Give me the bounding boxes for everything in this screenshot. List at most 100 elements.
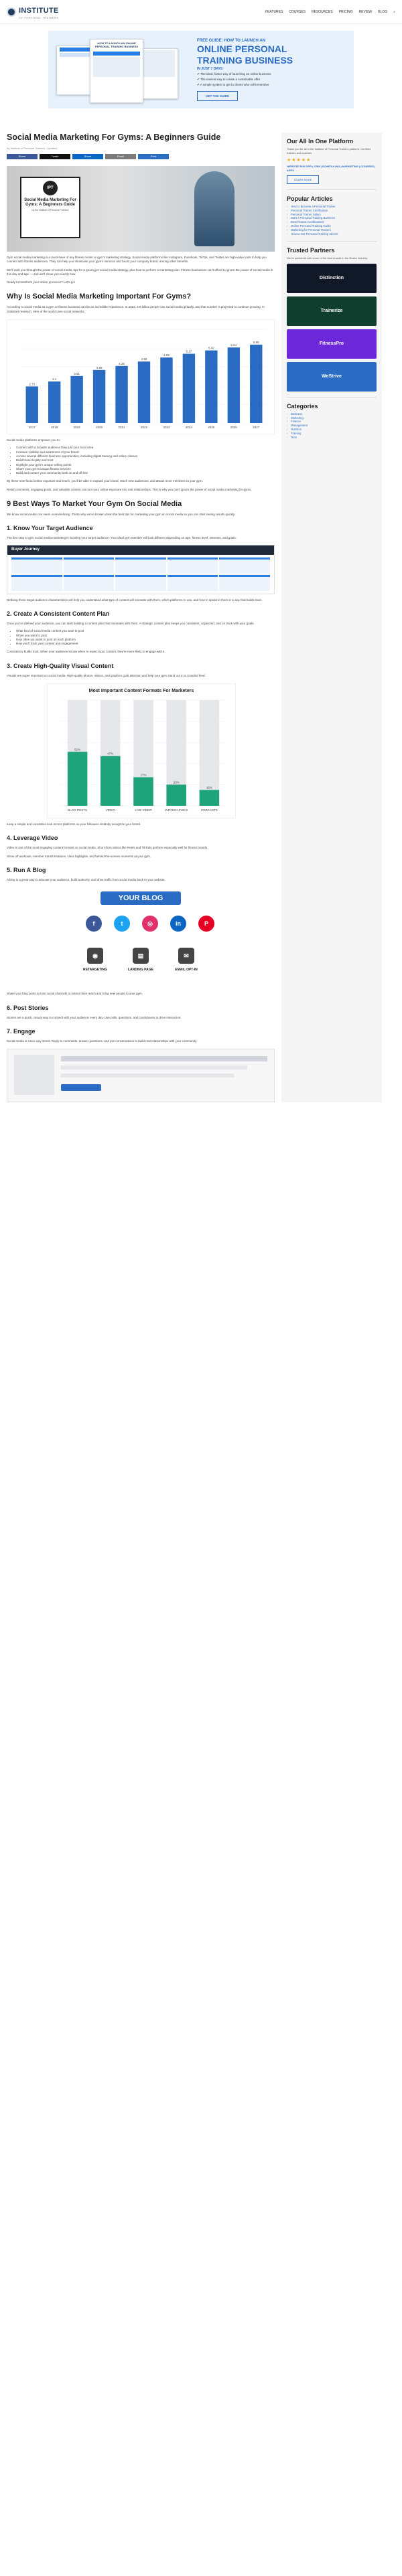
bar (166, 784, 186, 806)
landing-page-icon: ▤ (133, 948, 149, 964)
category-link[interactable]: Tech (287, 436, 377, 440)
promo-kicker: FREE GUIDE: HOW TO LAUNCH AN (197, 39, 265, 43)
get-guide-button[interactable]: GET THE GUIDE (197, 91, 239, 101)
post-image (14, 1055, 54, 1096)
paragraph: By these new-found online exposure and r… (7, 479, 203, 483)
blog-diagram: YOUR BLOG f t ◎ in P ◉ ▤ ✉ RETARGETING L… (7, 887, 275, 989)
buyer-journey-title: Buyer Journey (7, 545, 274, 555)
partners-desc: We've partnered with some of the best br… (287, 256, 368, 260)
facebook-share-button[interactable]: Share (7, 154, 38, 159)
hero-card: IPT Social Media Marketing For Gyms: A B… (20, 177, 80, 238)
promo-headline-1: ONLINE PERSONAL (197, 44, 287, 54)
hero-card-sub: by the Institute of Personal Trainers (31, 209, 69, 211)
tick-label: 2017 (29, 426, 36, 429)
bar (137, 361, 151, 424)
tick-label: 2023 (163, 426, 170, 429)
article-meta: By Institute of Personal Trainers · Upda… (7, 147, 58, 150)
email-share-button[interactable]: Email (105, 154, 136, 159)
tick-label: PODCASTS (201, 808, 218, 812)
tick-label: 2026 (230, 426, 238, 429)
engagement-screenshot (7, 1049, 275, 1103)
bar (182, 353, 196, 424)
tick-label: INFOGRAPHICS (165, 808, 188, 812)
intro-paragraph: Ready to transform your online presence?… (7, 280, 75, 284)
subsection-heading: 3. Create High-Quality Visual Content (7, 662, 114, 669)
data-label: 5.17 (186, 350, 192, 353)
tick-label: 2018 (51, 426, 58, 429)
tick-label: 2021 (119, 426, 126, 429)
popular-article-link[interactable]: How to Get Personal Training Clients (287, 232, 377, 236)
data-label: 4.26 (119, 362, 125, 365)
paragraph: Video is one of the most engaging conten… (7, 846, 208, 850)
linkedin-icon: in (170, 916, 186, 932)
partner-card[interactable]: Distinction (287, 263, 377, 293)
bar (115, 365, 128, 424)
section-heading: 9 Best Ways To Market Your Gym On Social… (7, 500, 182, 509)
data-label: 20% (174, 780, 180, 784)
chart-title: Most Important Content Formats For Marke… (89, 689, 194, 693)
site-logo[interactable]: INSTITUTE OF PERSONAL TRAINERS (7, 4, 59, 19)
data-label: 4.59 (141, 357, 147, 361)
paragraph: Defining these target audience character… (7, 598, 262, 602)
tick-label: 2024 (186, 426, 193, 429)
linkedin-share-button[interactable]: Share (72, 154, 103, 159)
tick-label: 2022 (141, 426, 148, 429)
article: Social Media Marketing For Gyms: A Begin… (7, 133, 275, 1103)
twitter-icon: t (114, 916, 130, 932)
bar (100, 756, 121, 806)
data-label: 5.42 (208, 347, 214, 350)
hero-image: IPT Social Media Marketing For Gyms: A B… (7, 166, 275, 252)
bar (48, 381, 61, 424)
partner-card[interactable]: WeStrive (287, 361, 377, 392)
email-icon: ✉ (178, 948, 194, 964)
search-icon[interactable]: ⌕ (393, 10, 395, 14)
twitter-share-button[interactable]: Tweet (40, 154, 70, 159)
platform-title: Our All In One Platform (287, 138, 354, 145)
data-label: 3.51 (74, 372, 80, 375)
content-formats-chart: Most Important Content Formats For Marke… (47, 683, 236, 819)
data-label: 27% (140, 773, 146, 776)
print-share-button[interactable]: Print (138, 154, 169, 159)
buyer-journey-image: Buyer Journey (7, 544, 275, 594)
categories-list: Business Marketing Finance Management Nu… (287, 412, 377, 440)
paragraph: A blog is a great way to educate your au… (7, 877, 165, 881)
nav-pricing[interactable]: PRICING (339, 10, 353, 14)
intro-paragraph: Gym social media marketing is a must-hav… (7, 256, 267, 264)
paragraph: According to social media as a gym or fi… (7, 305, 265, 313)
book-image (56, 46, 94, 95)
partner-card[interactable]: FitnessPro (287, 329, 377, 359)
data-label: 3.96 (96, 366, 103, 369)
tick-label: LIVE VIDEO (135, 808, 152, 812)
nav-review[interactable]: REVIEW (359, 10, 373, 14)
nav-features[interactable]: FEATURES (265, 10, 283, 14)
popular-articles-list: How to Become a Personal Trainer Persona… (287, 205, 377, 236)
partner-card[interactable]: Trainerize (287, 296, 377, 326)
site-header: INSTITUTE OF PERSONAL TRAINERS FEATURES … (0, 0, 402, 24)
section-heading: Why Is Social Media Marketing Important … (7, 292, 192, 301)
bar (227, 347, 241, 424)
categories-title: Categories (287, 402, 318, 410)
subsection-heading: 4. Leverage Video (7, 835, 58, 842)
nav-resources[interactable]: RESOURCES (312, 10, 333, 14)
list-item: Build and nurture your community both on… (16, 471, 275, 475)
intro-paragraph: We'll walk you through the power of soci… (7, 268, 273, 276)
promo-sub: IN JUST 7 DAYS (197, 67, 223, 71)
book-title: HOW TO LAUNCH AN ONLINE PERSONAL TRAININ… (94, 41, 139, 48)
nav-blog[interactable]: BLOG (378, 10, 387, 14)
paragraph: The first step to gym social media marke… (7, 536, 237, 540)
logo-subtitle: OF PERSONAL TRAINERS (19, 16, 59, 19)
retargeting-label: RETARGETING (82, 968, 108, 972)
paragraph: We know social media can seem overwhelmi… (7, 513, 236, 517)
tick-label: BLOG POSTS (68, 808, 87, 812)
logo-title: INSTITUTE (19, 7, 59, 15)
data-label: 4.89 (163, 353, 170, 357)
subsection-heading: 6. Post Stories (7, 1004, 49, 1011)
bar (250, 345, 263, 424)
data-label: 5.64 (230, 343, 237, 347)
popular-articles-title: Popular Articles (287, 195, 333, 202)
platform-links[interactable]: WEBSITE BUILDER | CRM | SCHEDULING | MAR… (287, 165, 377, 172)
nav-courses[interactable]: COURSES (289, 10, 306, 14)
paragraph: Visuals are super important on social me… (7, 673, 206, 677)
bar (67, 752, 88, 806)
learn-more-button[interactable]: LEARN MORE (287, 175, 320, 184)
